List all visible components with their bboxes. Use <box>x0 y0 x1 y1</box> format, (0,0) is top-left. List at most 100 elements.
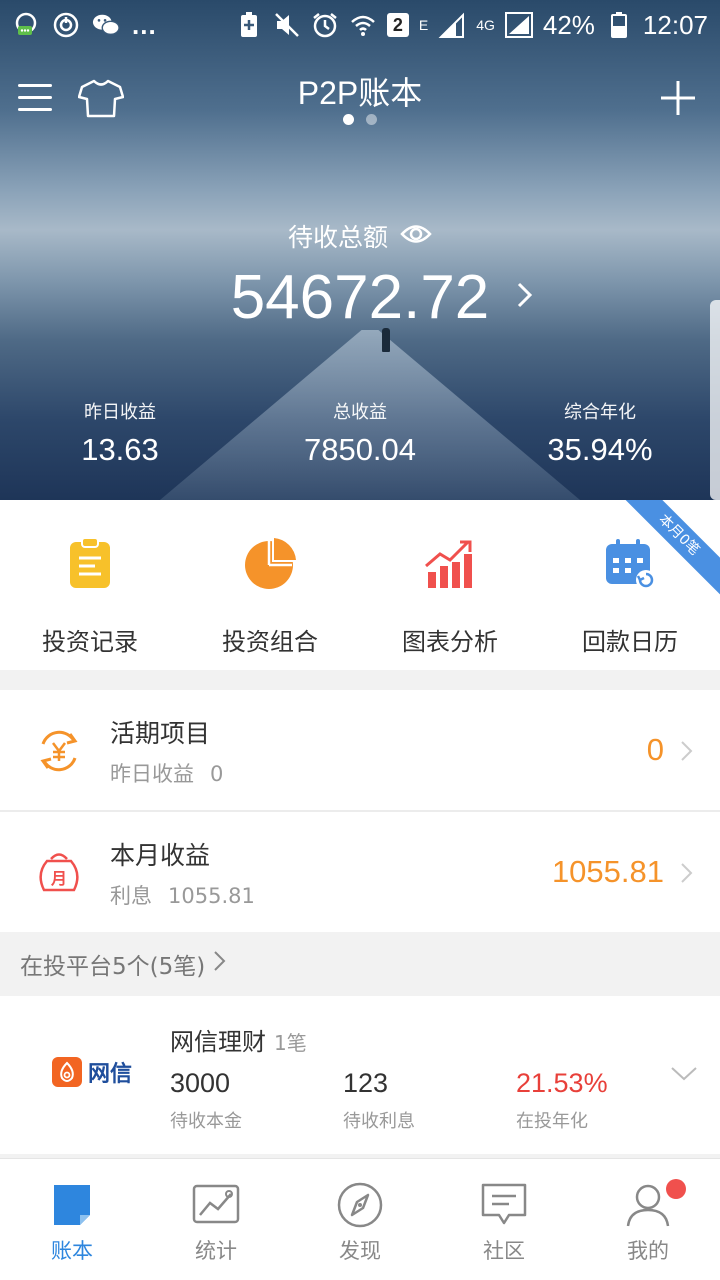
action-label: 回款日历 <box>582 628 678 656</box>
current-project-row[interactable]: 活期项目 昨日收益 0 0 <box>0 690 720 810</box>
chevron-right-icon[interactable] <box>514 280 536 310</box>
action-label: 图表分析 <box>402 628 498 656</box>
total-pending-label-row: 待收总额 <box>0 218 720 254</box>
active-platforms-header[interactable]: 在投平台5个(5笔) <box>0 932 720 996</box>
row-title: 活期项目 <box>110 719 211 748</box>
total-pending-label: 待收总额 <box>287 223 388 252</box>
stat-value: 13.63 <box>81 432 159 467</box>
row-sub-label: 利息 <box>110 884 152 908</box>
battery-percent: 42% <box>542 9 595 40</box>
monthly-income-row[interactable]: 月 本月收益 利息 1055.81 1055.81 <box>0 812 720 932</box>
yuan-cycle-icon <box>34 726 84 776</box>
edge-pull-tab[interactable] <box>710 300 720 500</box>
bottom-nav: 账本 统计 发现 社区 我的 <box>0 1158 720 1280</box>
stat-yesterday: 昨日收益 13.63 <box>0 398 240 468</box>
row-subtitle: 昨日收益 0 <box>110 758 223 788</box>
nav-label: 我的 <box>627 1239 669 1263</box>
battery-icon <box>605 11 633 39</box>
row-value: 1055.81 <box>551 854 664 889</box>
top-bar: P2P账本 <box>0 58 720 138</box>
chevron-right-icon <box>680 740 694 762</box>
chevron-right-icon <box>680 862 694 884</box>
stat-label: 总收益 <box>333 402 387 423</box>
action-portfolio[interactable]: 投资组合 <box>180 500 360 670</box>
wifi-icon <box>349 11 377 39</box>
action-investment-records[interactable]: 投资记录 <box>0 500 180 670</box>
total-pending-value[interactable]: 54672.72 <box>0 262 720 333</box>
stat-value: 7850.04 <box>303 432 417 467</box>
chevron-down-icon[interactable] <box>670 1066 698 1082</box>
status-bar: ... 2 E 4G 42% 12:07 <box>0 0 720 50</box>
month-bag-icon: 月 <box>34 848 84 898</box>
stat-total: 总收益 7850.04 <box>240 398 480 468</box>
headset-chat-icon <box>12 11 40 39</box>
nav-community[interactable]: 社区 <box>432 1159 576 1280</box>
month-bag-label: 月 <box>50 869 67 888</box>
pending-interest: 123 待收利息 <box>343 1068 415 1133</box>
nav-label: 社区 <box>483 1239 525 1263</box>
pending-interest-label: 待收利息 <box>343 1111 415 1132</box>
bar-chart-icon <box>422 536 478 592</box>
calendar-icon <box>602 536 658 592</box>
network-type-e: E <box>418 17 429 33</box>
signal-icon <box>438 11 466 39</box>
stat-annualized: 综合年化 35.94% <box>480 398 720 468</box>
sim-badge: 2 <box>386 13 409 37</box>
stats-icon <box>191 1181 241 1229</box>
power-app-icon <box>52 11 80 39</box>
pending-interest-value: 123 <box>343 1068 389 1098</box>
pending-principal: 3000 待收本金 <box>170 1068 242 1133</box>
row-value: 0 <box>646 732 664 767</box>
action-repayment-calendar[interactable]: 回款日历 <box>540 500 720 670</box>
stat-label: 昨日收益 <box>84 402 156 423</box>
hero-banner: ... 2 E 4G 42% 12:07 P2P账本 待收总额 54672.72… <box>0 0 720 500</box>
annualized-rate-value: 21.53% <box>516 1068 608 1098</box>
ledger-icon <box>47 1181 97 1229</box>
pending-principal-label: 待收本金 <box>170 1111 242 1132</box>
mute-icon <box>273 11 301 39</box>
section-label: 在投平台5个(5笔) <box>20 954 206 980</box>
nav-label: 账本 <box>51 1239 93 1263</box>
eye-icon[interactable] <box>400 222 432 251</box>
alarm-icon <box>311 11 339 39</box>
nav-stats[interactable]: 统计 <box>144 1159 288 1280</box>
stats-row: 昨日收益 13.63 总收益 7850.04 综合年化 35.94% <box>0 398 720 468</box>
row-title: 本月收益 <box>110 841 211 870</box>
add-icon[interactable] <box>658 78 698 118</box>
action-label: 投资组合 <box>222 628 318 656</box>
stat-value: 35.94% <box>547 432 653 467</box>
quick-actions: 投资记录 投资组合 图表分析 回款日历 本月0笔 <box>0 500 720 670</box>
row-sub-label: 昨日收益 <box>110 762 194 786</box>
row-sub-value: 0 <box>210 762 224 786</box>
nav-label: 统计 <box>195 1239 237 1263</box>
notification-dot <box>666 1179 686 1199</box>
row-sub-value: 1055.81 <box>168 884 255 908</box>
action-chart-analysis[interactable]: 图表分析 <box>360 500 540 670</box>
row-subtitle: 利息 1055.81 <box>110 880 255 910</box>
signal-boxed-icon <box>504 11 533 39</box>
clipboard-icon <box>62 536 118 592</box>
chat-icon <box>479 1181 529 1229</box>
more-notifications: ... <box>132 9 157 40</box>
action-label: 投资记录 <box>42 628 138 656</box>
annualized-rate: 21.53% 在投年化 <box>516 1068 608 1133</box>
platform-count: 1笔 <box>274 1031 307 1055</box>
annualized-rate-label: 在投年化 <box>516 1111 588 1132</box>
nav-ledger[interactable]: 账本 <box>0 1159 144 1280</box>
page-dot-2 <box>366 114 377 125</box>
pie-chart-icon <box>242 536 298 592</box>
platform-name-row: 网信理财 1笔 <box>170 1022 307 1057</box>
battery-saver-icon <box>235 11 263 39</box>
platform-name: 网信理财 <box>170 1028 266 1056</box>
page-dot-1 <box>343 114 354 125</box>
platform-logo-text: 网信 <box>88 1061 133 1087</box>
nav-label: 发现 <box>339 1239 381 1263</box>
page-title: P2P账本 <box>297 75 423 111</box>
platform-card[interactable]: 网信 网信理财 1笔 3000 待收本金 123 待收利息 21.53% 在投年化 <box>0 996 720 1154</box>
nav-discover[interactable]: 发现 <box>288 1159 432 1280</box>
wechat-icon <box>92 11 120 39</box>
stat-label: 综合年化 <box>564 402 636 423</box>
network-type-4g: 4G <box>476 17 495 33</box>
platform-logo-mark <box>52 1057 82 1087</box>
nav-me[interactable]: 我的 <box>576 1159 720 1280</box>
